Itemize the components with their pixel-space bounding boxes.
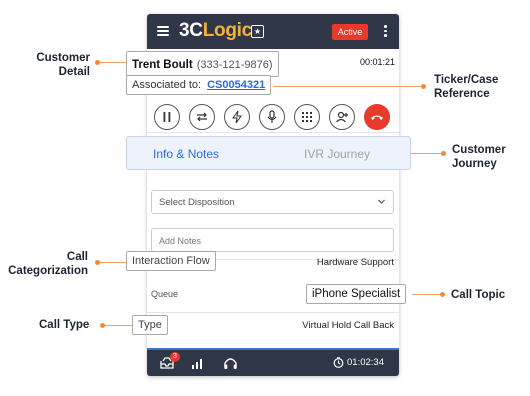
case-link[interactable]: CS0054321 xyxy=(207,79,265,91)
callout-text: Journey xyxy=(452,158,497,170)
callout-dot xyxy=(95,260,100,265)
callout-text: Call Type xyxy=(39,319,90,331)
queue-value-box: iPhone Specialist xyxy=(306,284,407,304)
callout-ticket-reference: Ticker/Case Reference xyxy=(434,73,498,101)
logo: 3CLogic xyxy=(179,20,252,41)
timer-icon xyxy=(333,357,344,368)
favorite-star-icon[interactable]: ★ xyxy=(251,25,264,38)
notification-badge: 3 xyxy=(170,352,180,362)
association-label: Associated to: xyxy=(132,79,202,91)
interaction-flow-value: Hardware Support xyxy=(316,257,394,268)
add-user-icon xyxy=(336,111,348,123)
leader-line xyxy=(412,294,442,295)
session-timer-value: 01:02:34 xyxy=(347,357,384,369)
disposition-placeholder: Select Disposition xyxy=(159,197,235,208)
callout-dot xyxy=(421,84,426,89)
leader-line xyxy=(411,153,443,154)
caller-phone: (333-121-9876) xyxy=(196,59,273,71)
mic-icon xyxy=(267,110,277,123)
callout-text: Call xyxy=(66,251,88,263)
leader-line xyxy=(273,86,423,87)
call-controls xyxy=(154,104,394,132)
callout-customer-detail: Customer Detail xyxy=(10,51,90,79)
flash-button[interactable] xyxy=(224,104,250,130)
callout-text: Customer xyxy=(452,144,506,156)
callout-call-topic: Call Topic xyxy=(451,288,505,302)
leader-line xyxy=(102,325,132,326)
disposition-select[interactable]: Select Disposition xyxy=(151,190,394,214)
divider xyxy=(147,312,399,313)
callout-dot xyxy=(95,60,100,65)
callout-text: Categorization xyxy=(8,265,88,277)
association-box: Associated to: CS0054321 xyxy=(126,75,272,95)
queue-value: iPhone Specialist xyxy=(312,288,401,300)
headset-icon[interactable] xyxy=(223,356,238,371)
signal-icon[interactable] xyxy=(191,356,205,370)
callout-customer-journey: Customer Journey xyxy=(452,143,506,171)
type-value: Virtual Hold Call Back xyxy=(302,320,394,331)
callout-text: Ticker/Case xyxy=(434,74,499,86)
call-timer: 00:01:21 xyxy=(360,57,396,67)
tab-ivr-journey[interactable]: IVR Journey xyxy=(304,147,370,161)
queue-label: Queue xyxy=(151,289,179,299)
pause-icon xyxy=(163,112,171,122)
notes-placeholder: Add Notes xyxy=(159,236,202,246)
interaction-flow-box: Interaction Flow xyxy=(126,251,216,271)
add-participant-button[interactable] xyxy=(329,104,355,130)
customer-detail-box: Trent Boult (333-121-9876) xyxy=(126,51,279,77)
interaction-flow-label: Interaction Flow xyxy=(132,255,210,267)
callout-dot xyxy=(100,323,105,328)
callout-call-type: Call Type xyxy=(39,318,89,332)
notes-input[interactable]: Add Notes xyxy=(151,228,394,252)
tab-info-notes[interactable]: Info & Notes xyxy=(153,147,219,161)
leader-line xyxy=(97,62,126,63)
callout-text: Reference xyxy=(434,88,490,100)
divider xyxy=(147,132,399,133)
status-badge[interactable]: Active xyxy=(332,24,368,40)
caller-name: Trent Boult xyxy=(132,59,193,71)
keypad-icon xyxy=(302,112,312,122)
more-options-icon[interactable] xyxy=(384,25,387,39)
session-timer: 01:02:34 xyxy=(333,357,384,368)
callout-call-categorization: Call Categorization xyxy=(0,250,88,278)
callout-text: Call Topic xyxy=(451,289,506,301)
transfer-icon xyxy=(197,112,207,122)
transfer-button[interactable] xyxy=(189,104,215,130)
pause-button[interactable] xyxy=(154,104,180,130)
keypad-button[interactable] xyxy=(294,104,320,130)
end-call-button[interactable] xyxy=(364,104,390,130)
bottom-bar: 3 01:02:34 xyxy=(147,348,399,376)
hamburger-menu-icon[interactable] xyxy=(157,26,169,36)
callout-dot xyxy=(440,292,445,297)
callout-text: Detail xyxy=(58,66,90,78)
callout-dot xyxy=(441,151,446,156)
type-box: Type xyxy=(132,315,168,335)
callout-text: Customer xyxy=(36,52,90,64)
hangup-icon xyxy=(371,115,383,120)
top-bar: 3CLogic ★ Active xyxy=(147,14,399,49)
flash-icon xyxy=(232,110,242,124)
mute-button[interactable] xyxy=(259,104,285,130)
chevron-down-icon xyxy=(378,199,385,204)
tab-bar: Info & Notes IVR Journey xyxy=(126,136,411,170)
type-label: Type xyxy=(138,319,162,331)
leader-line xyxy=(97,262,126,263)
